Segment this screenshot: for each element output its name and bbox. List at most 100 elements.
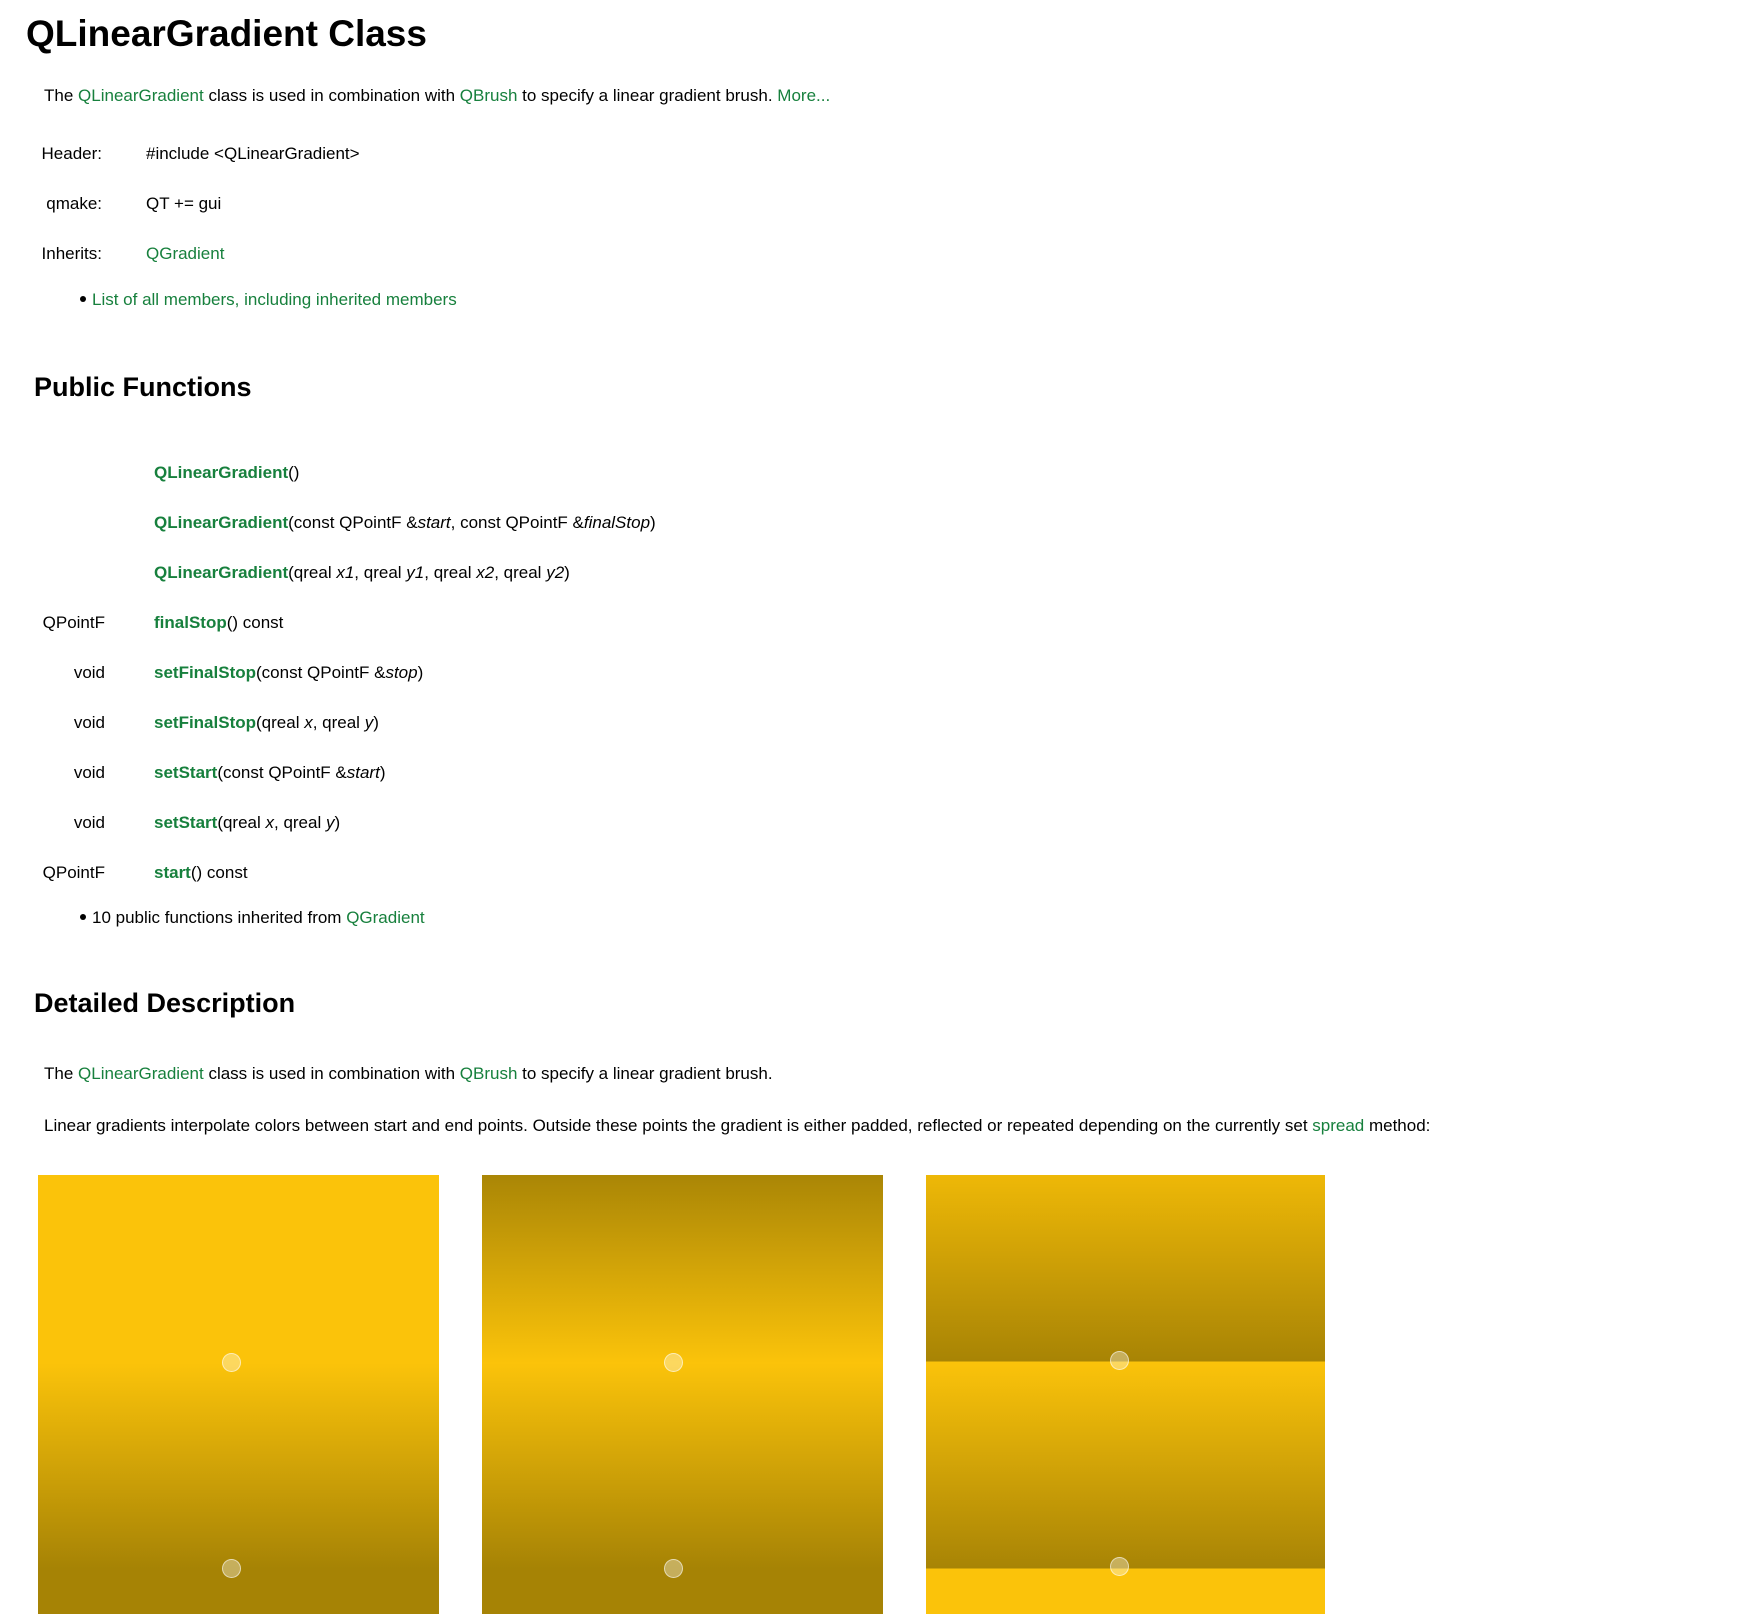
detail-text: The: [44, 1064, 79, 1083]
start-point-marker: [1110, 1351, 1129, 1370]
intro-text: class is used in combination with: [203, 86, 460, 105]
function-row: void setFinalStop(const QPointF &stop): [0, 660, 1200, 686]
parameter-name: y2: [546, 563, 565, 582]
spread-link[interactable]: spread: [1312, 1116, 1364, 1135]
parameter-name: y: [364, 713, 374, 732]
function-name-link[interactable]: setStart: [154, 813, 217, 832]
parameter-name: start: [346, 763, 380, 782]
parameter-type: (const QPointF &: [288, 513, 418, 532]
gradient-pad-image: [38, 1175, 439, 1614]
function-name-link[interactable]: start: [154, 863, 191, 882]
parameter-type: , qreal: [494, 563, 547, 582]
function-signature: QLinearGradient(): [154, 460, 299, 486]
function-args: () const: [190, 863, 248, 882]
parameter-name: y1: [406, 563, 425, 582]
function-row: QPointF start() const: [0, 860, 1200, 886]
function-name-link[interactable]: setFinalStop: [154, 713, 256, 732]
function-name-link[interactable]: setStart: [154, 763, 217, 782]
final-stop-marker: [664, 1559, 683, 1578]
all-members-item: List of all members, including inherited…: [80, 288, 457, 312]
parameter-name: x: [304, 713, 313, 732]
function-return-type: void: [73, 713, 105, 732]
function-row: void setFinalStop(qreal x, qreal y): [0, 710, 1200, 736]
parameter-name: stop: [385, 663, 418, 682]
parameter-type: ): [373, 713, 379, 732]
function-signature: setStart(qreal x, qreal y): [154, 810, 340, 836]
parameter-type: , qreal: [274, 813, 326, 832]
function-row: void setStart(qreal x, qreal y): [0, 810, 1200, 836]
function-signature: start() const: [154, 860, 248, 886]
public-functions-heading: Public Functions: [34, 372, 252, 402]
qmake-value: QT += gui: [146, 194, 222, 213]
function-row: void setStart(const QPointF &start): [0, 760, 1200, 786]
function-return-type: QPointF: [42, 613, 105, 632]
function-row: QPointF finalStop() const: [0, 610, 1200, 636]
detail-text: Linear gradients interpolate colors betw…: [44, 1116, 1313, 1135]
inherited-functions-item: 10 public functions inherited from QGrad…: [80, 906, 425, 930]
function-row: QLinearGradient(qreal x1, qreal y1, qrea…: [0, 560, 1200, 586]
function-args: (): [288, 463, 300, 482]
detail-text: to specify a linear gradient brush.: [517, 1064, 773, 1083]
function-signature: setFinalStop(qreal x, qreal y): [154, 710, 379, 736]
intro-paragraph: The QLinearGradient class is used in com…: [44, 84, 830, 108]
function-row: QLinearGradient(): [0, 460, 1200, 486]
parameter-type: , qreal: [312, 713, 365, 732]
function-name-link[interactable]: QLinearGradient: [154, 463, 288, 482]
function-signature: setFinalStop(const QPointF &stop): [154, 660, 423, 686]
parameter-name: x2: [476, 563, 495, 582]
parameter-type: , const QPointF &: [450, 513, 584, 532]
function-name-link[interactable]: setFinalStop: [154, 663, 256, 682]
gradient-repeat-image: [926, 1175, 1325, 1614]
function-name-link[interactable]: QLinearGradient: [154, 513, 288, 532]
bullet-icon: [80, 913, 86, 920]
header-value: #include <QLinearGradient>: [146, 144, 360, 163]
detail-text: method:: [1364, 1116, 1431, 1135]
qbrush-link-2[interactable]: QBrush: [460, 1064, 518, 1083]
function-return-type: QPointF: [42, 863, 105, 882]
function-row: QLinearGradient(const QPointF &start, co…: [0, 510, 1200, 536]
inherited-text: 10 public functions inherited from: [92, 908, 347, 927]
detailed-description-heading: Detailed Description: [34, 988, 296, 1018]
page-title: QLinearGradient Class: [26, 13, 427, 54]
function-return-type: void: [73, 763, 105, 782]
function-signature: finalStop() const: [154, 610, 283, 636]
parameter-type: , qreal: [424, 563, 477, 582]
qbrush-link[interactable]: QBrush: [460, 86, 518, 105]
parameter-type: (qreal: [217, 813, 266, 832]
header-label: Header:: [41, 144, 102, 163]
parameter-type: (qreal: [256, 713, 305, 732]
parameter-name: finalStop: [583, 513, 651, 532]
parameter-type: ): [334, 813, 341, 832]
parameter-type: , qreal: [354, 563, 407, 582]
parameter-type: ): [564, 563, 570, 582]
parameter-name: x: [265, 813, 275, 832]
qmake-label: qmake:: [46, 194, 102, 213]
more-link[interactable]: More...: [777, 86, 830, 105]
detailed-paragraph-2: Linear gradients interpolate colors betw…: [44, 1114, 1430, 1138]
gradient-reflect-image: [482, 1175, 883, 1614]
parameter-type: ): [650, 513, 656, 532]
function-signature: setStart(const QPointF &start): [154, 760, 385, 786]
function-name-link[interactable]: QLinearGradient: [154, 563, 288, 582]
function-name-link[interactable]: finalStop: [154, 613, 227, 632]
intro-text: The: [44, 86, 79, 105]
qlineargradient-link[interactable]: QLinearGradient: [78, 86, 204, 105]
detail-text: class is used in combination with: [203, 1064, 460, 1083]
start-point-marker: [222, 1353, 241, 1372]
parameter-name: start: [417, 513, 451, 532]
qlineargradient-link-2[interactable]: QLinearGradient: [78, 1064, 204, 1083]
all-members-link[interactable]: List of all members, including inherited…: [92, 290, 457, 309]
function-signature: QLinearGradient(const QPointF &start, co…: [154, 510, 656, 536]
function-return-type: void: [73, 813, 105, 832]
function-args: () const: [226, 613, 284, 632]
parameter-name: x1: [336, 563, 355, 582]
inherits-label: Inherits:: [41, 244, 102, 263]
intro-text: to specify a linear gradient brush.: [517, 86, 778, 105]
final-stop-marker: [1110, 1557, 1129, 1576]
qgradient-inherited-link[interactable]: QGradient: [346, 908, 424, 927]
bullet-icon: [80, 295, 86, 302]
parameter-type: ): [379, 763, 386, 782]
qgradient-link[interactable]: QGradient: [146, 242, 224, 266]
parameter-type: ): [417, 663, 424, 682]
start-point-marker: [664, 1353, 683, 1372]
